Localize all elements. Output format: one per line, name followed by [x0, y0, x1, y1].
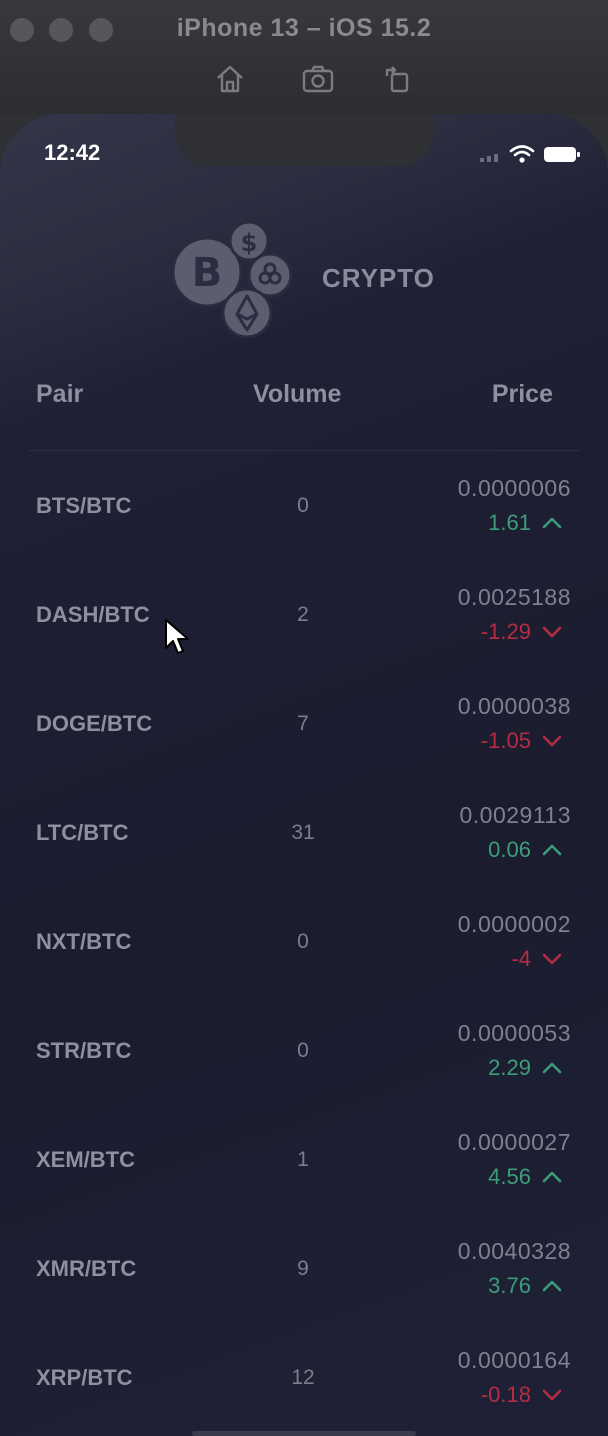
column-header-price[interactable]: Price [492, 380, 553, 409]
volume-value: 7 [297, 712, 309, 735]
volume-value: 1 [297, 1148, 309, 1171]
change-value: 2.29 [488, 1055, 531, 1081]
table-row[interactable]: DASH/BTC 2 0.0025188 -1.29 [0, 560, 608, 669]
signal-icon [480, 154, 498, 162]
chevron-down-icon [541, 733, 563, 749]
column-header-volume[interactable]: Volume [253, 380, 341, 409]
table-row[interactable]: XEM/BTC 1 0.0000027 4.56 [0, 1105, 608, 1214]
price-value: 0.0025188 [457, 584, 571, 610]
chevron-up-icon [541, 1060, 563, 1076]
price-change: 3.76 [488, 1272, 563, 1299]
pair-name: BTS/BTC [36, 493, 132, 518]
pair-name: LTC/BTC [36, 820, 129, 845]
price-value: 0.0000164 [457, 1347, 571, 1373]
simulator-title-bar: iPhone 13 – iOS 15.2 [0, 0, 608, 114]
change-value: -1.29 [480, 619, 531, 645]
simulator-title: iPhone 13 – iOS 15.2 [176, 14, 432, 42]
table-row[interactable]: DOGE/BTC 7 0.0000038 -1.05 [0, 669, 608, 778]
battery-icon [544, 147, 580, 162]
rotate-icon[interactable] [381, 62, 415, 96]
price-value: 0.0000002 [457, 911, 571, 937]
chevron-up-icon [541, 1169, 563, 1185]
volume-value: 2 [297, 603, 309, 626]
ticker-list: BTS/BTC 0 0.0000006 1.61 DASH/BTC 2 0.00… [0, 451, 608, 1432]
price-change: -1.29 [481, 618, 563, 645]
price-change: -1.05 [481, 727, 563, 754]
mouse-cursor-icon [164, 618, 190, 656]
table-row[interactable]: LTC/BTC 31 0.0029113 0.06 [0, 778, 608, 887]
change-value: 0.06 [488, 837, 531, 863]
status-time: 12:42 [44, 140, 101, 165]
volume-value: 0 [297, 1039, 309, 1062]
volume-value: 9 [297, 1257, 309, 1280]
change-value: -1.05 [480, 728, 531, 754]
pair-name: XEM/BTC [36, 1147, 135, 1172]
price-value: 0.0029113 [459, 802, 571, 828]
price-change: 2.29 [488, 1054, 563, 1081]
app-brand: CRYPTO [322, 263, 435, 293]
change-value: -4 [511, 946, 531, 972]
change-value: 1.61 [488, 510, 531, 536]
change-value: 3.76 [488, 1273, 531, 1299]
pair-name: DOGE/BTC [36, 711, 153, 736]
status-icons [478, 142, 582, 166]
svg-text:$: $ [241, 229, 258, 257]
pair-name: DASH/BTC [36, 602, 150, 627]
price-change: 0.06 [488, 836, 563, 863]
crypto-coins-logo: B $ [171, 220, 294, 339]
volume-value: 12 [291, 1366, 315, 1389]
price-value: 0.0000038 [457, 693, 571, 719]
chevron-down-icon [541, 951, 563, 967]
price-value: 0.0000006 [457, 475, 571, 501]
chevron-up-icon [541, 842, 563, 858]
pair-name: XMR/BTC [36, 1256, 137, 1281]
chevron-up-icon [541, 1278, 563, 1294]
phone-notch [175, 114, 433, 166]
price-value: 0.0040328 [457, 1238, 571, 1264]
svg-text:B: B [192, 250, 223, 296]
chevron-down-icon [541, 624, 563, 640]
table-row[interactable]: NXT/BTC 0 0.0000002 -4 [0, 887, 608, 996]
volume-value: 0 [297, 930, 309, 953]
pair-name: STR/BTC [36, 1038, 132, 1063]
price-change: 1.61 [488, 509, 563, 536]
column-header-pair[interactable]: Pair [36, 380, 83, 409]
table-row[interactable]: BTS/BTC 0 0.0000006 1.61 [0, 451, 608, 560]
chevron-down-icon [541, 1387, 563, 1403]
table-row[interactable]: XRP/BTC 12 0.0000164 -0.18 [0, 1323, 608, 1432]
price-change: -4 [511, 945, 563, 972]
volume-value: 31 [291, 821, 315, 844]
table-row[interactable]: STR/BTC 0 0.0000053 2.29 [0, 996, 608, 1105]
change-value: 4.56 [488, 1164, 531, 1190]
price-value: 0.0000027 [457, 1129, 571, 1155]
pair-name: XRP/BTC [36, 1365, 133, 1390]
change-value: -0.18 [480, 1382, 531, 1408]
chevron-up-icon [541, 515, 563, 531]
pair-name: NXT/BTC [36, 929, 132, 954]
simulator-window: iPhone 13 – iOS 15.2 12:42 B $ CRYPTO Pa… [0, 0, 608, 1436]
volume-value: 0 [297, 494, 309, 517]
screenshot-icon[interactable] [301, 62, 335, 96]
price-change: -0.18 [481, 1381, 563, 1408]
price-value: 0.0000053 [457, 1020, 571, 1046]
wifi-icon [509, 145, 535, 157]
table-row[interactable]: XMR/BTC 9 0.0040328 3.76 [0, 1214, 608, 1323]
home-indicator[interactable] [192, 1431, 416, 1436]
home-icon[interactable] [213, 62, 247, 96]
price-change: 4.56 [488, 1163, 563, 1190]
